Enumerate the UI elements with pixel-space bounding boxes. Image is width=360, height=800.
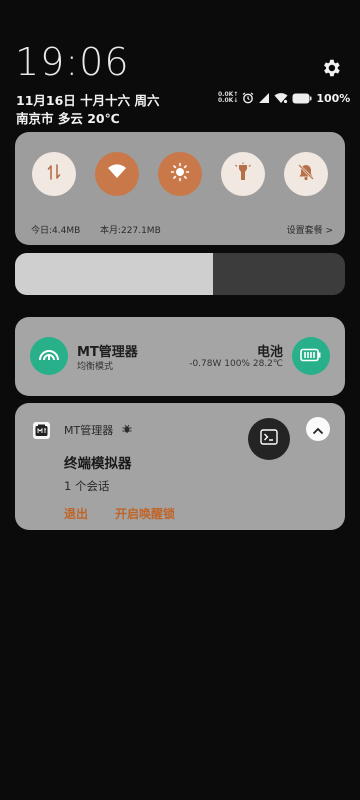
- performance-mode-button[interactable]: [30, 337, 68, 375]
- notification-card[interactable]: MT管理器 终端模拟器 1 个会话 退出 开启唤醒锁: [15, 403, 345, 530]
- mt-app-icon: [33, 422, 50, 439]
- data-arrows-icon: [44, 162, 64, 186]
- acquire-wakelock-button[interactable]: 开启唤醒锁: [115, 505, 175, 522]
- battery-button[interactable]: [292, 337, 330, 375]
- month-data-usage: 本月:227.1MB: [100, 226, 161, 236]
- wifi-status-icon: [274, 89, 288, 108]
- clock-time[interactable]: 19:06: [15, 40, 130, 84]
- notification-title: 终端模拟器: [64, 456, 132, 472]
- brightness-slider-fill: [15, 253, 213, 295]
- wifi-icon: [107, 163, 127, 185]
- flashlight-icon: [233, 162, 253, 186]
- toggle-auto-brightness[interactable]: [158, 152, 202, 196]
- battery-detail: -0.78W 100% 28.2℃: [189, 359, 283, 369]
- terminal-icon: [260, 429, 278, 449]
- bug-icon: [122, 424, 132, 437]
- battery-charging-icon: [300, 347, 322, 366]
- bell-off-icon: [296, 162, 316, 186]
- today-data-usage: 今日:4.4MB: [31, 226, 81, 236]
- alarm-icon: [242, 89, 254, 108]
- status-bar-icons: 0.0K↑ 0.0K↓ 100%: [218, 89, 350, 107]
- toggle-wifi[interactable]: [95, 152, 139, 196]
- network-speed: 0.0K↑ 0.0K↓: [218, 91, 239, 104]
- speedometer-icon: [38, 346, 60, 366]
- cell-signal-icon: [258, 89, 270, 108]
- toggle-mute[interactable]: [284, 152, 328, 196]
- date-text[interactable]: 11月16日 十月十六 周六: [16, 90, 160, 109]
- power-mode-label: 均衡模式: [77, 362, 114, 372]
- set-data-plan-link[interactable]: 设置套餐 >: [287, 223, 333, 236]
- weather-text[interactable]: 南京市 多云 20℃: [16, 108, 120, 127]
- mt-manager-title: MT管理器: [77, 345, 138, 360]
- toggle-flashlight[interactable]: [221, 152, 265, 196]
- battery-icon: [292, 89, 312, 108]
- toggle-mobile-data[interactable]: [32, 152, 76, 196]
- exit-action-button[interactable]: 退出: [64, 505, 88, 522]
- notification-text: 1 个会话: [64, 479, 110, 493]
- collapse-button[interactable]: [306, 417, 330, 441]
- brightness-slider[interactable]: [15, 253, 345, 295]
- control-card: MT管理器 均衡模式 电池 -0.78W 100% 28.2℃: [15, 317, 345, 396]
- chevron-up-icon: [312, 420, 324, 439]
- notification-app-name: MT管理器: [64, 422, 132, 438]
- quick-settings-panel: 今日:4.4MB 本月:227.1MB 设置套餐 >: [15, 132, 345, 245]
- terminal-button[interactable]: [248, 418, 290, 460]
- battery-title: 电池: [256, 345, 283, 360]
- battery-percent: 100%: [316, 91, 351, 105]
- sun-icon: [170, 162, 190, 186]
- settings-gear-icon[interactable]: [320, 57, 342, 79]
